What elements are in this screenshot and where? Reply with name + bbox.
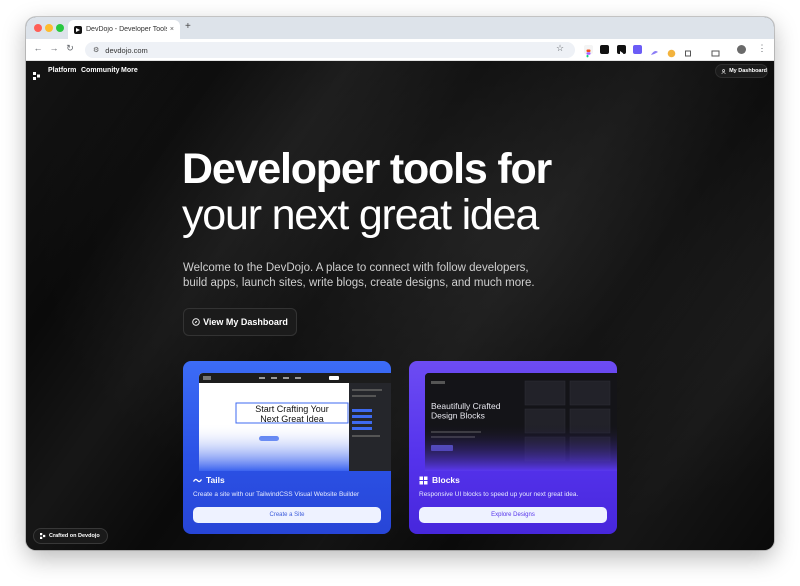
maximize-window-button[interactable] [56,24,64,32]
blocks-description: Responsive UI blocks to speed up your ne… [419,491,579,498]
tails-preview-heading-line-1: Next Great Idea [260,414,324,424]
profile-avatar[interactable] [737,45,746,54]
devdojo-extension-icon[interactable] [617,45,626,56]
tab-devdojo[interactable]: DevDojo - Developer Tools for × [68,20,180,39]
bookmark-star-icon[interactable]: ☆ [556,43,564,54]
blocks-card[interactable]: Beautifully Crafted Design Blocks Blocks … [409,361,617,534]
nav-link-more[interactable]: More [121,67,138,74]
tails-title-text: Tails [206,475,225,485]
tails-card[interactable]: Start Crafting Your Next Great Idea Tails… [183,361,391,534]
crafted-on-devdojo-badge[interactable]: Crafted on Devdojo [33,528,108,544]
figma-extension-icon[interactable] [584,45,593,58]
blocks-preview-image: Beautifully Crafted Design Blocks [425,373,617,471]
create-site-button[interactable]: Create a Site [193,507,381,523]
extensions-puzzle-icon[interactable] [684,45,693,57]
page-content: Platform Community More My Dashboard Dev… [26,61,774,550]
view-dashboard-label: View My Dashboard [203,317,288,327]
tails-preview-heading-line-0: Start Crafting Your [255,404,329,414]
blocks-preview-heading-line-1: Design Blocks [431,411,485,421]
forward-button[interactable]: → [48,43,60,53]
tails-wave-icon [193,478,202,482]
devdojo-favicon-icon [74,25,82,34]
blocks-card-title: Blocks [419,475,460,485]
close-window-button[interactable] [34,24,42,32]
tab-strip: DevDojo - Developer Tools for × + [26,17,774,39]
browser-toolbar: ← → ↻ ⚙ devdojo.com ☆ ⋮ [26,39,774,61]
site-navbar: Platform Community More My Dashboard [26,61,774,81]
hero-subtitle: Welcome to the DevDojo. A place to conne… [183,262,535,289]
blocks-title-text: Blocks [432,475,460,485]
nav-link-platform[interactable]: Platform [48,67,76,74]
blocks-preview-heading-line-0: Beautifully Crafted [431,401,501,411]
extension-purple-icon[interactable] [633,45,642,54]
my-dashboard-label: My Dashboard [729,68,767,74]
devdojo-small-logo-icon [40,533,46,539]
devdojo-logo-icon[interactable] [33,67,41,80]
explore-designs-label: Explore Designs [491,512,535,518]
extension-gradient-icon[interactable] [650,45,659,55]
explore-designs-button[interactable]: Explore Designs [419,507,607,523]
compass-icon [192,318,200,326]
back-button[interactable]: ← [32,43,44,53]
view-dashboard-button[interactable]: View My Dashboard [183,308,297,336]
blocks-grid-icon [419,476,428,484]
nav-link-community[interactable]: Community [81,67,120,74]
site-info-icon[interactable]: ⚙ [93,46,99,54]
extension-cookie-icon[interactable] [667,45,676,58]
reading-list-icon[interactable] [711,45,720,57]
browser-menu-icon[interactable]: ⋮ [756,43,768,54]
extension-dark-icon[interactable] [600,45,609,54]
tab-title: DevDojo - Developer Tools for [86,26,167,33]
my-dashboard-button[interactable]: My Dashboard [715,64,768,78]
hero-title-line1: Developer tools for [182,145,552,193]
user-icon [721,68,726,74]
tab-close-icon[interactable]: × [170,26,174,33]
new-tab-button[interactable]: + [185,21,191,32]
browser-window: DevDojo - Developer Tools for × + ← → ↻ … [26,17,774,550]
reload-button[interactable]: ↻ [64,43,76,54]
url-text: devdojo.com [105,45,148,55]
minimize-window-button[interactable] [45,24,53,32]
crafted-label: Crafted on Devdojo [49,533,100,539]
tails-card-title: Tails [193,475,225,485]
create-site-label: Create a Site [269,512,305,518]
tails-description: Create a site with our TailwindCSS Visua… [193,491,360,498]
address-bar[interactable]: ⚙ devdojo.com [85,42,575,58]
hero-title-line2: your next great idea [182,191,539,239]
tails-preview-image: Start Crafting Your Next Great Idea [199,373,391,471]
